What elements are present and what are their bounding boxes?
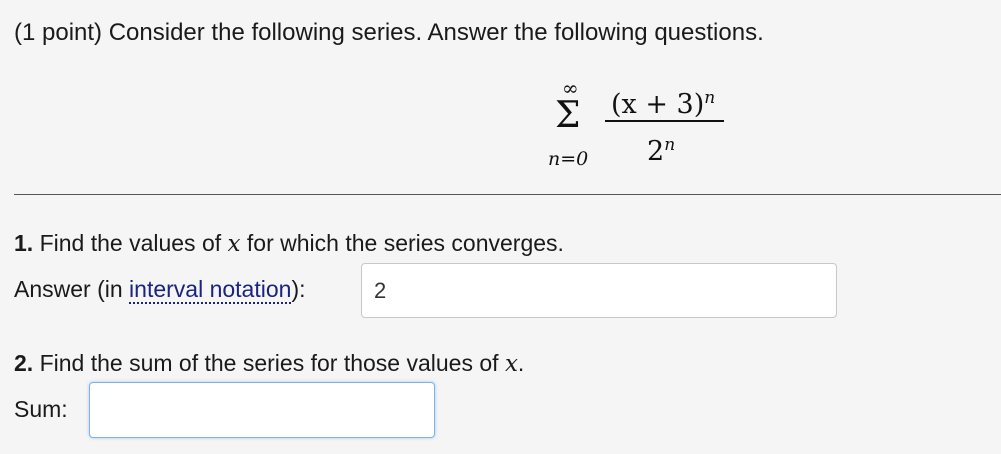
answer-input[interactable]: 2 bbox=[361, 263, 837, 318]
denominator-base: 2 bbox=[647, 136, 665, 167]
problem-intro: (1 point) Consider the following series.… bbox=[14, 19, 764, 46]
question-2-number: 2. bbox=[14, 350, 34, 376]
question-1-variable: x bbox=[227, 231, 241, 257]
fraction-bar bbox=[605, 120, 724, 122]
section-divider bbox=[14, 194, 1001, 195]
question-1-text-after: for which the series converges. bbox=[240, 230, 564, 256]
question-1: 1. Find the values of x for which the se… bbox=[14, 228, 564, 259]
sum-label: Sum: bbox=[14, 396, 68, 422]
numerator-base: (x + 3) bbox=[611, 89, 705, 120]
fraction-numerator: (x + 3)n bbox=[611, 83, 715, 120]
answer-label: Answer (in interval notation): bbox=[14, 274, 306, 304]
denominator-exponent: n bbox=[664, 135, 676, 155]
sum-lower-limit: n=0 bbox=[548, 148, 589, 170]
question-1-text-before: Find the values of bbox=[33, 230, 228, 256]
fraction-denominator: 2n bbox=[647, 130, 675, 167]
question-2: 2. Find the sum of the series for those … bbox=[14, 348, 524, 379]
sum-input[interactable] bbox=[89, 382, 435, 438]
answer-label-after: ): bbox=[291, 276, 306, 302]
answer-label-before: Answer (in bbox=[14, 276, 130, 302]
question-2-text-after: . bbox=[517, 350, 525, 376]
interval-notation-link[interactable]: interval notation bbox=[129, 276, 292, 304]
question-2-text-before: Find the sum of the series for those val… bbox=[33, 350, 505, 376]
numerator-exponent: n bbox=[704, 88, 716, 108]
question-1-number: 1. bbox=[14, 230, 34, 256]
sigma-symbol: Σ bbox=[555, 95, 581, 136]
question-2-variable: x bbox=[504, 351, 518, 377]
